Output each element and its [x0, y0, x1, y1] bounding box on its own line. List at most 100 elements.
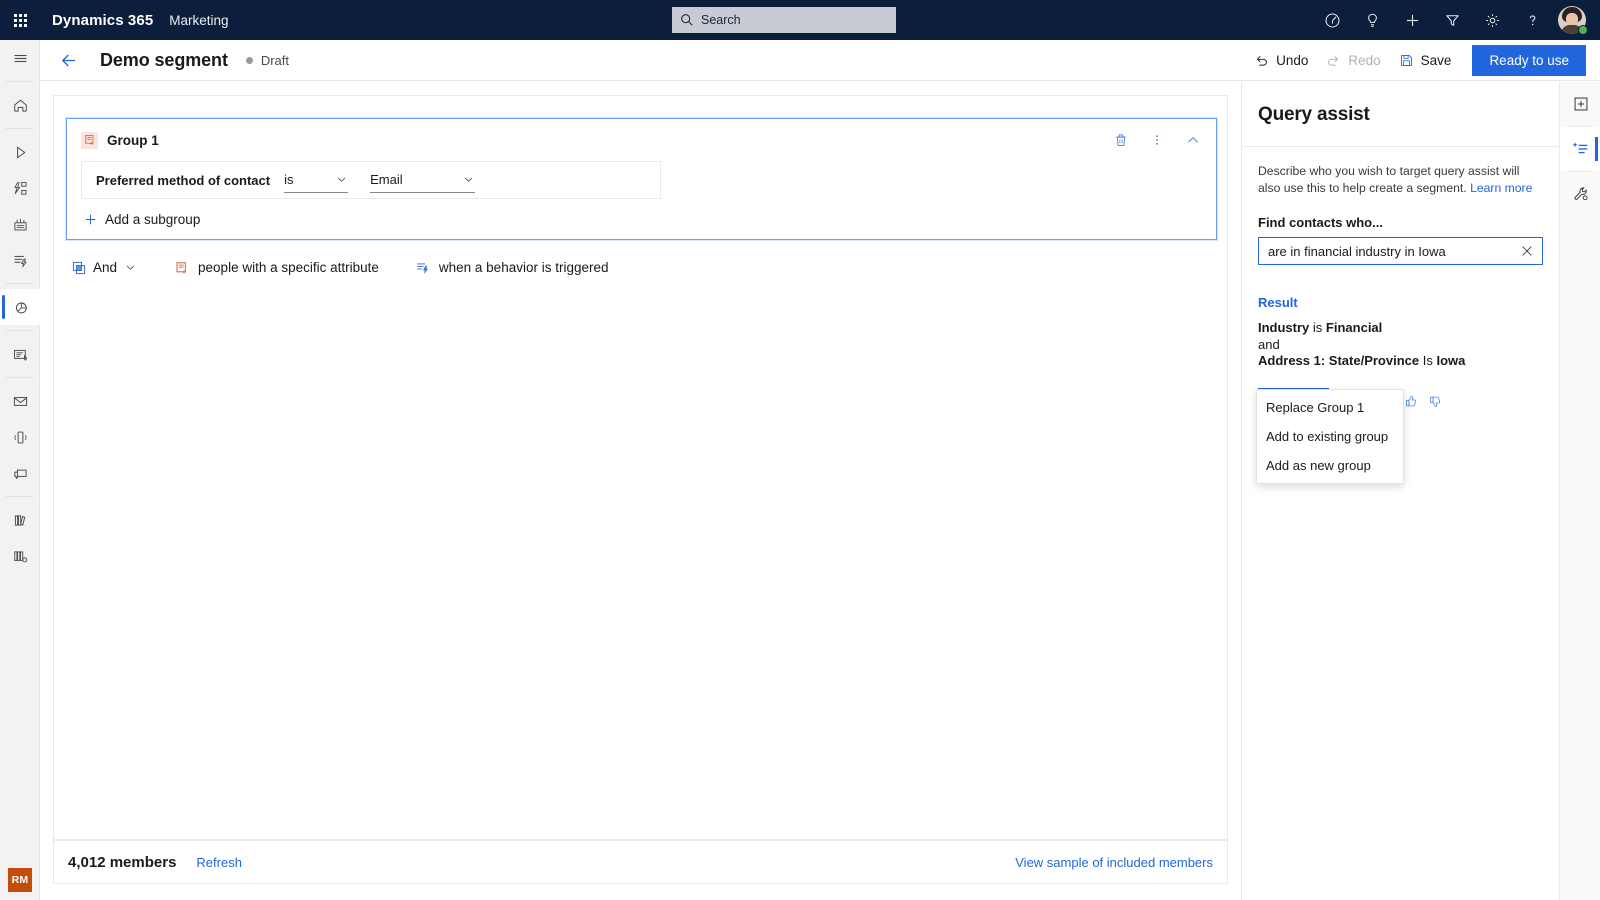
operator-row: And people with a specific attribute whe… — [66, 256, 613, 279]
menu-item-add-existing-group[interactable]: Add to existing group — [1257, 422, 1403, 451]
menu-item-add-new-group[interactable]: Add as new group — [1257, 451, 1403, 480]
thumbs-down-icon[interactable] — [1427, 393, 1445, 411]
search-placeholder: Search — [701, 13, 741, 27]
trial-clock-icon[interactable] — [1312, 0, 1352, 40]
condition-value-dropdown[interactable]: Email — [370, 167, 475, 193]
result-op-2: Is — [1419, 353, 1436, 368]
analytics-icon[interactable] — [0, 206, 40, 242]
suite-bar: Dynamics 365 Marketing Search — [0, 0, 1600, 40]
user-badge-container[interactable]: RM — [0, 868, 40, 892]
ready-to-use-button[interactable]: Ready to use — [1472, 45, 1586, 76]
add-behavior-chip[interactable]: when a behavior is triggered — [411, 256, 613, 279]
learn-more-link[interactable]: Learn more — [1470, 181, 1532, 195]
journey-builder-icon[interactable] — [0, 170, 40, 206]
forms-icon[interactable] — [0, 336, 40, 372]
behavior-trigger-icon — [415, 260, 430, 275]
condition-operator-dropdown[interactable]: is — [284, 167, 348, 193]
query-assist-icon[interactable] — [1560, 127, 1600, 171]
result-value-1: Financial — [1326, 320, 1382, 335]
group-card[interactable]: Group 1 — [66, 118, 1217, 240]
refresh-link[interactable]: Refresh — [196, 855, 242, 870]
attribute-group-icon — [81, 132, 98, 149]
condition-value: Email — [370, 172, 403, 187]
brand-name[interactable]: Dynamics 365 — [52, 12, 153, 29]
right-tool-rail — [1559, 82, 1600, 900]
view-sample-link[interactable]: View sample of included members — [1015, 855, 1213, 870]
presence-indicator — [1578, 25, 1588, 35]
email-icon[interactable] — [0, 383, 40, 419]
customer-journey-icon[interactable] — [0, 134, 40, 170]
result-op-1: is — [1309, 320, 1326, 335]
undo-button[interactable]: Undo — [1245, 46, 1317, 76]
result-label[interactable]: Result — [1242, 265, 1559, 310]
command-bar: Demo segment Draft Undo Redo Save — [40, 40, 1600, 81]
status-badge: Draft — [246, 53, 289, 68]
rail-divider — [6, 81, 33, 82]
help-icon[interactable] — [1512, 0, 1552, 40]
app-launcher-waffle-icon[interactable] — [0, 0, 40, 40]
save-floppy-icon — [1399, 53, 1414, 68]
add-subgroup-button[interactable]: Add a subgroup — [67, 199, 1216, 239]
result-field-2: Address 1: State/Province — [1258, 353, 1419, 368]
segment-footer: 4,012 members Refresh View sample of inc… — [53, 840, 1228, 884]
rail-divider — [6, 283, 33, 284]
assets-icon[interactable] — [0, 538, 40, 574]
search-input[interactable]: Search — [672, 7, 896, 33]
segment-canvas: Group 1 — [53, 95, 1228, 840]
trigger-icon[interactable] — [0, 242, 40, 278]
redo-button[interactable]: Redo — [1317, 46, 1389, 76]
logic-operator-dropdown[interactable]: And — [66, 256, 143, 279]
suite-bar-actions — [1312, 0, 1592, 40]
delete-trash-icon[interactable] — [1108, 127, 1134, 153]
condition-operator-value: is — [284, 172, 293, 187]
save-button[interactable]: Save — [1390, 46, 1461, 76]
condition-row[interactable]: Preferred method of contact is Email — [81, 161, 661, 199]
member-count: 4,012 members — [68, 854, 176, 871]
chevron-down-icon — [335, 173, 348, 186]
add-panel-icon[interactable] — [1560, 82, 1600, 126]
lightbulb-icon[interactable] — [1352, 0, 1392, 40]
page-title: Demo segment — [100, 50, 228, 71]
query-input[interactable] — [1268, 244, 1518, 259]
result-line-1: Industry is Financial — [1258, 320, 1543, 337]
group-header: Group 1 — [67, 119, 1216, 161]
menu-item-replace-group[interactable]: Replace Group 1 — [1257, 393, 1403, 422]
user-avatar[interactable] — [1552, 0, 1592, 40]
condition-attribute-label: Preferred method of contact — [82, 173, 284, 188]
text-message-icon[interactable] — [0, 419, 40, 455]
home-icon[interactable] — [0, 87, 40, 123]
undo-label: Undo — [1276, 53, 1308, 68]
gear-icon[interactable] — [1472, 0, 1512, 40]
find-contacts-label: Find contacts who... — [1242, 197, 1559, 230]
push-notification-icon[interactable] — [0, 455, 40, 491]
sidebar-item-segments[interactable] — [0, 289, 40, 325]
use-dropdown-menu: Replace Group 1 Add to existing group Ad… — [1256, 389, 1404, 484]
add-attribute-label: people with a specific attribute — [198, 260, 379, 275]
back-arrow-icon[interactable] — [48, 40, 88, 80]
query-input-wrapper[interactable] — [1258, 237, 1543, 265]
library-icon[interactable] — [0, 502, 40, 538]
plus-icon[interactable] — [1392, 0, 1432, 40]
more-vertical-icon[interactable] — [1144, 127, 1170, 153]
rail-divider — [6, 377, 33, 378]
result-line-2: Address 1: State/Province Is Iowa — [1258, 353, 1543, 370]
add-subgroup-label: Add a subgroup — [105, 212, 200, 227]
app-name[interactable]: Marketing — [169, 13, 228, 28]
clear-x-icon[interactable] — [1518, 242, 1536, 260]
thumbs-up-icon[interactable] — [1403, 393, 1421, 411]
redo-icon — [1326, 53, 1341, 68]
save-label: Save — [1421, 53, 1452, 68]
filter-icon[interactable] — [1432, 0, 1472, 40]
status-dot — [246, 57, 253, 64]
add-attribute-chip[interactable]: people with a specific attribute — [171, 256, 383, 279]
hamburger-menu-icon[interactable] — [0, 40, 40, 76]
plus-icon — [81, 212, 99, 227]
search-icon — [680, 13, 694, 27]
attribute-group-icon — [175, 261, 189, 275]
user-initials-badge[interactable]: RM — [8, 868, 32, 892]
chevron-down-icon — [462, 173, 475, 186]
add-behavior-label: when a behavior is triggered — [439, 260, 609, 275]
rail-divider — [6, 330, 33, 331]
tools-wrench-icon[interactable] — [1560, 172, 1600, 216]
chevron-up-icon[interactable] — [1180, 127, 1206, 153]
